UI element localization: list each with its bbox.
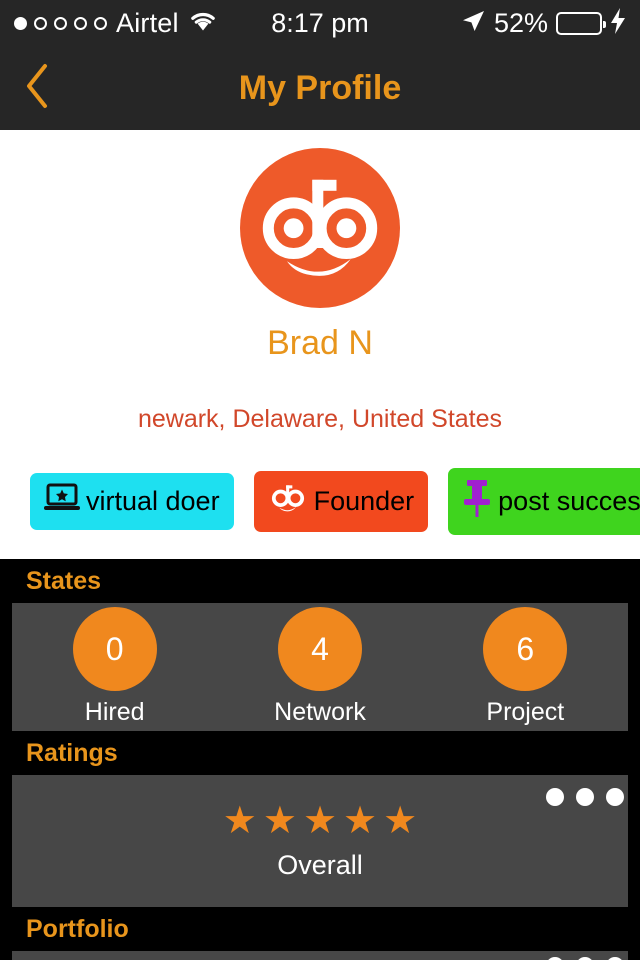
profile-screen: Airtel 8:17 pm 52% My Profile Brad N new… — [0, 0, 640, 960]
badge-post-success[interactable]: post success — [448, 468, 640, 535]
badge-label: Founder — [313, 486, 415, 516]
star-icon[interactable]: ★ — [343, 802, 377, 840]
status-bar-left: Airtel — [14, 8, 218, 39]
status-bar-right: 52% — [460, 7, 626, 39]
navigation-bar: My Profile — [0, 46, 640, 130]
star-icon[interactable]: ★ — [303, 802, 337, 840]
do-logo-avatar-icon — [254, 160, 386, 297]
signal-dot-5 — [94, 16, 107, 30]
section-title-portfolio: Portfolio — [26, 915, 129, 943]
state-value: 4 — [277, 607, 362, 691]
signal-dot-1 — [14, 16, 27, 30]
do-logo-icon — [268, 481, 308, 522]
pushpin-icon — [462, 478, 492, 525]
user-name: Brad N — [267, 324, 373, 362]
page-title: My Profile — [238, 68, 402, 107]
location-arrow-icon — [460, 8, 486, 39]
page-dot[interactable] — [576, 788, 594, 806]
ratings-card: ★ ★ ★ ★ ★ Overall — [12, 775, 628, 907]
states-card: 0 Hired 4 Network 6 Project — [12, 603, 628, 731]
lightning-bolt-icon — [610, 7, 626, 39]
laptop-star-icon — [44, 483, 80, 520]
star-icon[interactable]: ★ — [263, 802, 297, 840]
chevron-left-icon — [22, 62, 52, 115]
signal-dot-2 — [34, 16, 47, 30]
wifi-icon — [188, 10, 218, 37]
state-label: Hired — [84, 698, 145, 726]
portfolio-card — [12, 951, 628, 960]
back-button[interactable] — [0, 46, 74, 130]
rating-stars[interactable]: ★ ★ ★ ★ ★ — [223, 802, 417, 840]
page-dot[interactable] — [606, 788, 624, 806]
profile-header-panel: Brad N newark, Delaware, United States v… — [0, 130, 640, 559]
badge-label: post success — [498, 486, 640, 516]
state-label: Project — [486, 698, 565, 726]
badge-virtual-doer[interactable]: virtual doer — [30, 473, 234, 530]
state-value: 6 — [483, 607, 568, 691]
state-item-project[interactable]: 6 Project — [423, 607, 628, 727]
badge-founder[interactable]: Founder — [253, 471, 429, 532]
battery-percent-label: 52% — [493, 7, 548, 38]
badges-row[interactable]: virtual doer Founder post success — [0, 434, 640, 559]
badge-label: virtual doer — [86, 486, 220, 516]
carrier-label: Airtel — [116, 7, 179, 38]
ratings-page-indicator[interactable] — [546, 788, 624, 806]
page-dot[interactable] — [546, 788, 564, 806]
signal-dot-3 — [54, 16, 67, 30]
battery-icon — [556, 11, 606, 35]
rating-label: Overall — [277, 849, 363, 880]
status-bar: Airtel 8:17 pm 52% — [0, 0, 640, 46]
state-item-network[interactable]: 4 Network — [217, 607, 422, 727]
section-title-ratings: Ratings — [26, 739, 118, 767]
user-location: newark, Delaware, United States — [137, 405, 503, 433]
state-value: 0 — [72, 607, 157, 691]
signal-dot-4 — [74, 16, 87, 30]
state-item-hired[interactable]: 0 Hired — [12, 607, 217, 727]
signal-strength-dots — [14, 16, 107, 30]
star-icon[interactable]: ★ — [223, 802, 257, 840]
star-icon[interactable]: ★ — [383, 802, 417, 840]
section-title-states: States — [26, 567, 102, 595]
avatar-container — [0, 148, 640, 308]
avatar[interactable] — [240, 148, 400, 308]
state-label: Network — [274, 698, 366, 726]
